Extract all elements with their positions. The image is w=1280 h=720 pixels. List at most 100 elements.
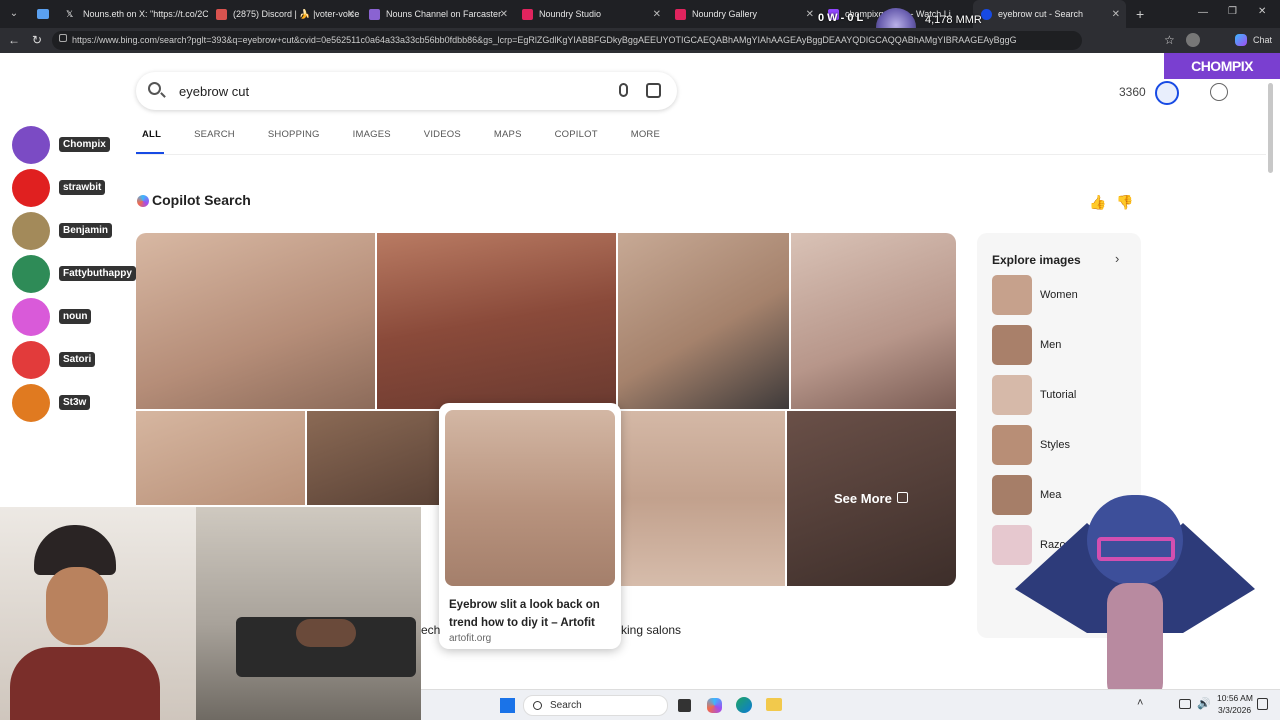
close-window-icon[interactable]: ✕ (1258, 6, 1266, 17)
copilot-icon[interactable] (1235, 34, 1247, 46)
brand-banner: CHOMPIX GAMING (1164, 53, 1280, 100)
url-field[interactable]: https://www.bing.com/search?pglt=393&q=e… (52, 31, 1082, 50)
result-image[interactable] (618, 233, 789, 409)
explore-item-women[interactable]: Women (992, 275, 1132, 315)
thumbs-up-icon[interactable]: 👍 (1089, 194, 1106, 211)
external-link-icon (897, 492, 908, 503)
close-icon[interactable]: ✕ (1112, 9, 1120, 20)
nav-maps[interactable]: MAPS (494, 129, 522, 140)
tab-menu-icon[interactable]: ⌄ (0, 0, 28, 28)
copilot-chat-label[interactable]: Chat (1253, 35, 1272, 45)
back-icon[interactable]: ← (8, 33, 20, 47)
nav-images[interactable]: IMAGES (353, 129, 391, 140)
image-preview-card[interactable]: Eyebrow slit a look back on trend how to… (439, 403, 621, 649)
microphone-icon[interactable] (619, 83, 628, 97)
viewer-item: Fattybuthappy (12, 255, 136, 293)
result-image[interactable] (791, 233, 956, 409)
visual-search-icon[interactable] (646, 83, 661, 98)
task-view-icon[interactable] (678, 699, 691, 712)
tab-5[interactable]: Noundry Gallery ✕ (667, 0, 820, 28)
copilot-icon (137, 195, 149, 207)
viewer-name: Fattybuthappy (59, 266, 136, 281)
search-icon-handle (160, 92, 166, 98)
close-icon[interactable]: ✕ (347, 9, 355, 20)
mmr-stat: 4,178 MMR (925, 14, 982, 26)
copilot-app-icon[interactable] (707, 698, 722, 713)
nav-all[interactable]: ALL (142, 129, 161, 140)
clock-time[interactable]: 10:56 AM (1217, 693, 1253, 703)
profile-icon[interactable] (1186, 33, 1200, 47)
viewer-name: Chompix (59, 137, 110, 152)
explore-label: Tutorial (1040, 389, 1077, 401)
edge-icon[interactable] (736, 697, 752, 713)
rewards-icon[interactable] (1155, 81, 1179, 105)
thumbs-down-icon[interactable]: 👎 (1116, 194, 1133, 211)
result-image[interactable] (136, 233, 375, 409)
minimize-icon[interactable]: — (1198, 7, 1208, 18)
rewards-points[interactable]: 3360 (1119, 85, 1146, 99)
new-tab-button[interactable]: + (1136, 6, 1144, 22)
close-icon[interactable]: ✕ (500, 9, 508, 20)
chevron-right-icon[interactable]: › (1115, 251, 1119, 266)
restore-icon[interactable]: ❐ (1228, 6, 1237, 17)
tab-4[interactable]: Noundry Studio ✕ (514, 0, 667, 28)
scrollbar[interactable] (1268, 83, 1273, 173)
result-image[interactable] (377, 233, 616, 409)
nav-videos[interactable]: VIDEOS (424, 129, 461, 140)
preview-source[interactable]: artofit.org (449, 633, 491, 644)
explore-title[interactable]: Explore images (992, 253, 1081, 267)
file-explorer-icon[interactable] (766, 698, 782, 711)
viewer-name: noun (59, 309, 92, 324)
result-image[interactable] (307, 411, 439, 505)
nav-more[interactable]: MORE (631, 129, 660, 140)
see-more-label[interactable]: See More (834, 491, 892, 506)
explore-item-styles[interactable]: Styles (992, 425, 1132, 465)
search-nav: ALL SEARCH SHOPPING IMAGES VIDEOS MAPS C… (142, 129, 693, 140)
avatar (12, 169, 50, 207)
thumbnail (992, 425, 1032, 465)
lock-icon[interactable] (59, 34, 67, 42)
stream-stats: 0 W - 0 L (818, 12, 864, 24)
character-body (1107, 583, 1163, 703)
related-chip-left[interactable]: ech (421, 623, 440, 637)
viewer-name: St3w (59, 395, 91, 410)
volume-icon[interactable]: 🔊 (1197, 697, 1211, 710)
clock-date[interactable]: 3/3/2026 (1218, 705, 1251, 715)
related-chip-right[interactable]: king salons (621, 623, 681, 637)
tab-3[interactable]: Nouns Channel on Farcaster ✕ (361, 0, 514, 28)
search-input[interactable]: eyebrow cut (179, 84, 249, 99)
viewer-name: strawbit (59, 180, 106, 195)
avatar (12, 212, 50, 250)
result-image[interactable] (621, 411, 785, 586)
network-icon[interactable] (1179, 699, 1191, 709)
tab-2[interactable]: (2875) Discord | 🍌 |voter-voice ✕ (208, 0, 361, 28)
explore-item-men[interactable]: Men (992, 325, 1132, 365)
nav-copilot[interactable]: COPILOT (555, 129, 598, 140)
see-more-tile[interactable]: See More (787, 411, 956, 586)
result-image[interactable] (136, 411, 305, 505)
preview-title[interactable]: Eyebrow slit a look back on trend how to… (449, 596, 609, 632)
workspace-icon[interactable] (28, 0, 58, 28)
star-icon[interactable]: ☆ (1164, 33, 1175, 47)
viewer-item: St3w (12, 384, 132, 422)
nav-divider (136, 154, 1266, 155)
search-box[interactable]: eyebrow cut (136, 72, 677, 110)
explore-item-tutorial[interactable]: Tutorial (992, 375, 1132, 415)
explore-label: Styles (1040, 439, 1070, 451)
notification-icon[interactable] (1257, 698, 1268, 710)
pet-cam-overlay (196, 507, 421, 720)
nav-shopping[interactable]: SHOPPING (268, 129, 320, 140)
tab-7[interactable]: eyebrow cut - Search ✕ (973, 0, 1126, 28)
taskbar-search[interactable]: Search (523, 695, 668, 716)
tab-1[interactable]: 𝕏 Nouns.eth on X: "https://t.co/2C (58, 0, 208, 28)
refresh-icon[interactable]: ↻ (32, 33, 42, 47)
windows-start-icon[interactable] (500, 698, 515, 713)
nav-search[interactable]: SEARCH (194, 129, 235, 140)
thumbnail (992, 275, 1032, 315)
close-icon[interactable]: ✕ (806, 9, 814, 20)
tray-chevron-icon[interactable]: ˄ (1137, 697, 1143, 709)
account-icon[interactable] (1210, 83, 1228, 101)
tab-3-label: Nouns Channel on Farcaster (386, 9, 502, 19)
preview-image[interactable] (445, 410, 615, 586)
close-icon[interactable]: ✕ (653, 9, 661, 20)
